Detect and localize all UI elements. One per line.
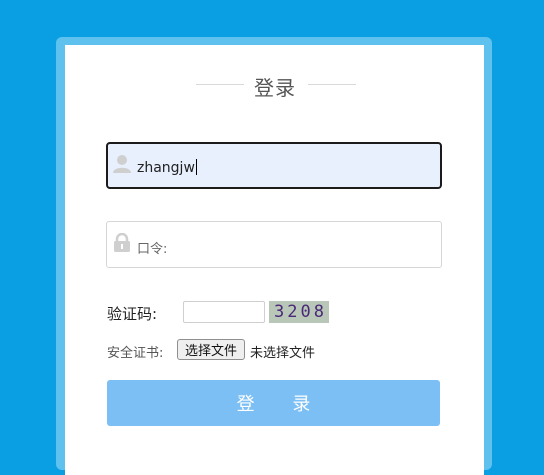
captcha-code: 3208 [274,302,327,322]
text-caret [195,159,197,175]
certificate-label: 安全证书: [107,346,164,361]
login-button[interactable]: 登 录 [107,380,440,426]
title-divider-left [196,84,244,85]
captcha-image[interactable]: 3208 [269,301,329,323]
captcha-input[interactable] [183,301,265,323]
user-icon [112,154,132,174]
lock-icon [112,232,132,253]
password-field[interactable]: 口令: [106,221,442,268]
login-title-block: 登录 [65,72,484,100]
username-input[interactable]: zhangjw [137,159,197,176]
password-input[interactable]: 口令: [137,238,167,257]
page-title: 登录 [254,76,296,100]
file-status: 未选择文件 [250,346,316,361]
captcha-label: 验证码: [107,305,158,323]
title-divider-right [308,84,356,85]
username-field[interactable]: zhangjw [106,142,442,189]
choose-file-button[interactable]: 选择文件 [177,339,245,360]
login-card: 登录 zhangjw 口令: 验证码: 3208 安全证书: 选择文件 未选择文… [65,45,484,475]
